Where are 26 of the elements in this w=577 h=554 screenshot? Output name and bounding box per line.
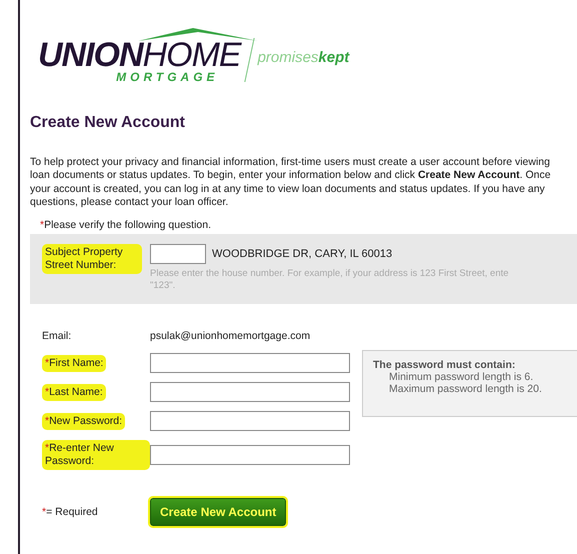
required-legend: *= Required (42, 506, 98, 518)
roof-icon (138, 28, 258, 42)
text-field[interactable] (150, 411, 350, 432)
field-label: *Re-enter New Password: (42, 440, 150, 470)
page-title: Create New Account (30, 114, 186, 132)
intro-text: To help protect your privacy and financial information, first-time users must create a user account before viewing loan documents or status updates. To begin, enter your information below and click Create New Account. Once your account is created, you can log in at any time to view loan documents and status updates. If you have any questions, please contact your loan officer. (30, 156, 552, 210)
verify-prompt: *Please verify the following question. (40, 219, 212, 232)
rules-heading: The password must contain: (373, 359, 516, 372)
rule-text: Maximum password length is 20. (388, 383, 543, 396)
text-field[interactable] (150, 353, 350, 374)
tagline: promiseskept (258, 49, 350, 66)
text-field[interactable] (150, 382, 350, 402)
create-account-button[interactable]: Create New Account (150, 498, 286, 526)
rule-text: Minimum password length is 6. (388, 371, 534, 384)
field-label: Subject Property Street Number: (42, 244, 142, 274)
email-value: psulak@unionhomemortgage.com (150, 330, 310, 344)
field-label: *First Name: (42, 354, 106, 372)
field-label: Email: (42, 330, 72, 342)
hint-text: Please enter the house number. For example, if your address is 123 First Street, ente "123". (150, 268, 509, 292)
field-label: *New Password: (42, 412, 126, 430)
brand-subtitle: MORTGAGE (116, 70, 219, 84)
street-number-field[interactable] (150, 244, 206, 264)
street-address: WOODBRIDGE DR, CARY, IL 60013 (212, 248, 392, 260)
field-label: *Last Name: (42, 384, 106, 401)
brand-name: UNIONHOME (38, 40, 241, 70)
text-field[interactable] (150, 445, 350, 466)
